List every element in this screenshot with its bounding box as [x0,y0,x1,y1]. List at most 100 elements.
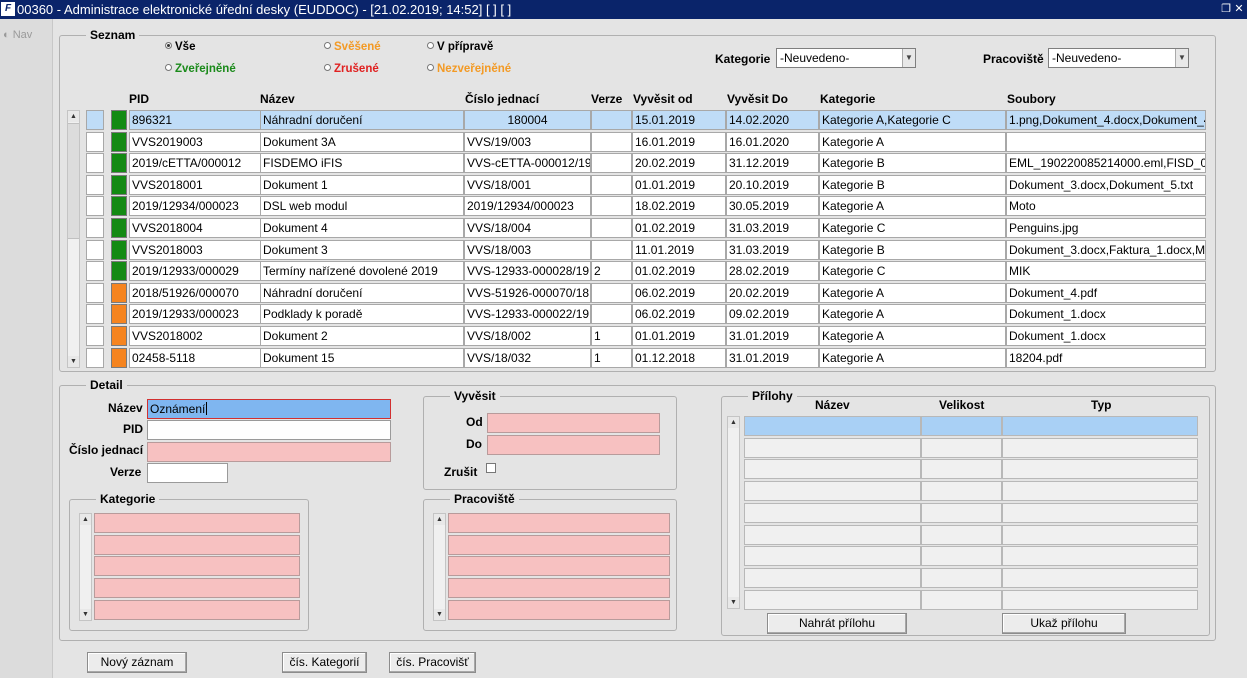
col-header-kategorie[interactable]: Kategorie [820,92,875,106]
filter-zverejnene-radio[interactable]: Zveřejněné [165,63,236,75]
cell-nazev[interactable]: Náhradní doručení [260,283,464,303]
kategorie-row[interactable] [94,513,300,533]
attachment-cell[interactable] [921,416,1002,436]
cell-cislo-jednaci[interactable]: VVS-cETTA-000012/19 [464,153,591,173]
nazev-input[interactable]: Oznámení [147,399,391,419]
cell-nazev[interactable]: Dokument 1 [260,175,464,195]
cell-pid[interactable]: 896321 [129,110,261,130]
row-select-cell[interactable] [86,326,104,346]
verze-input[interactable] [147,463,228,483]
cell-cislo-jednaci[interactable]: 180004 [464,110,591,130]
cell-soubory[interactable]: 18204.pdf [1006,348,1206,368]
col-header-vyvesit-do[interactable]: Vyvěsit Do [727,92,788,106]
attachment-cell[interactable] [921,546,1002,567]
cell-kategorie[interactable]: Kategorie A [819,348,1006,368]
scroll-up-icon[interactable]: ▲ [434,514,445,525]
pracoviste-row[interactable] [448,556,670,577]
attachment-cell[interactable] [921,524,1002,545]
cell-verze[interactable] [591,132,632,152]
attachment-cell[interactable] [744,589,921,610]
cell-kategorie[interactable]: Kategorie B [819,153,1006,173]
cell-pid[interactable]: 2019/12934/000023 [129,196,261,216]
attachment-cell[interactable] [1002,416,1198,436]
cell-nazev[interactable]: DSL web modul [260,196,464,216]
row-select-cell[interactable] [86,218,104,238]
attachment-cell[interactable] [921,567,1002,588]
cislo-jednaci-input[interactable] [147,442,391,462]
cell-soubory[interactable]: Dokument_3.docx,Faktura_1.docx,Mot [1006,240,1206,260]
attachment-cell[interactable] [921,459,1002,480]
cell-kategorie[interactable]: Kategorie A [819,196,1006,216]
cell-vyvesit-od[interactable]: 11.01.2019 [632,240,726,260]
attachment-cell[interactable] [1002,459,1198,480]
cell-verze[interactable] [591,175,632,195]
attachment-cell[interactable] [1002,437,1198,458]
row-select-cell[interactable] [86,348,104,368]
cell-verze[interactable]: 1 [591,326,632,346]
cell-pid[interactable]: 2018/51926/000070 [129,283,261,303]
cell-kategorie[interactable]: Kategorie A,Kategorie C [819,110,1006,130]
cell-nazev[interactable]: Podklady k poradě [260,304,464,324]
row-select-cell[interactable] [86,196,104,216]
cell-soubory[interactable]: Penguins.jpg [1006,218,1206,238]
cell-soubory[interactable]: Dokument_3.docx,Dokument_5.txt [1006,175,1206,195]
cell-vyvesit-do[interactable]: 28.02.2019 [726,261,819,281]
attachment-cell[interactable] [921,589,1002,610]
filter-nezverejnene-radio[interactable]: Nezveřejněné [427,63,511,75]
cell-soubory[interactable]: Dokument_4.pdf [1006,283,1206,303]
cell-pid[interactable]: 2019/cETTA/000012 [129,153,261,173]
pracoviste-filter-select[interactable]: -Neuvedeno- ▼ [1048,48,1189,68]
col-header-pid[interactable]: PID [129,92,149,106]
cell-soubory[interactable]: 1.png,Dokument_4.docx,Dokument_4. [1006,110,1206,130]
row-select-cell[interactable] [86,283,104,303]
kategorie-row[interactable] [94,534,300,555]
prilohy-col-nazev[interactable]: Název [815,398,850,412]
kategorie-scrollbar[interactable]: ▲ ▼ [79,513,92,621]
cell-vyvesit-od[interactable]: 01.02.2019 [632,261,726,281]
cell-pid[interactable]: 2019/12933/000029 [129,261,261,281]
cell-vyvesit-od[interactable]: 01.01.2019 [632,175,726,195]
row-select-cell[interactable] [86,132,104,152]
cell-soubory[interactable]: EML_190220085214000.eml,FISD_01 [1006,153,1206,173]
cell-kategorie[interactable]: Kategorie A [819,283,1006,303]
kategorie-filter-select[interactable]: -Neuvedeno- ▼ [776,48,916,68]
pid-input[interactable] [147,420,391,440]
attachment-cell[interactable] [1002,546,1198,567]
cell-kategorie[interactable]: Kategorie C [819,218,1006,238]
cell-kategorie[interactable]: Kategorie B [819,175,1006,195]
row-select-cell[interactable] [86,175,104,195]
scroll-down-icon[interactable]: ▼ [80,609,91,620]
cell-verze[interactable] [591,218,632,238]
close-icon[interactable]: ✕ [1233,0,1245,19]
cell-pid[interactable]: VVS2018001 [129,175,261,195]
cell-vyvesit-od[interactable]: 20.02.2019 [632,153,726,173]
cell-pid[interactable]: VVS2018003 [129,240,261,260]
cell-vyvesit-do[interactable]: 09.02.2019 [726,304,819,324]
zrusit-checkbox[interactable] [486,463,496,473]
attachment-cell[interactable] [744,524,921,545]
pracoviste-row[interactable] [448,599,670,620]
cell-nazev[interactable]: Dokument 4 [260,218,464,238]
cell-soubory[interactable]: MIK [1006,261,1206,281]
cell-vyvesit-od[interactable]: 16.01.2019 [632,132,726,152]
cell-cislo-jednaci[interactable]: VVS/18/001 [464,175,591,195]
cell-soubory[interactable]: Dokument_1.docx [1006,326,1206,346]
cell-pid[interactable]: VVS2018002 [129,326,261,346]
attachment-cell[interactable] [744,567,921,588]
filter-svesene-radio[interactable]: Svěšené [324,41,381,53]
cell-verze[interactable]: 2 [591,261,632,281]
attachment-cell[interactable] [744,546,921,567]
cell-kategorie[interactable]: Kategorie A [819,132,1006,152]
cell-verze[interactable] [591,283,632,303]
cell-verze[interactable] [591,304,632,324]
attachment-cell[interactable] [744,481,921,502]
ukaz-prilohu-button[interactable]: Ukaž přílohu [1002,613,1126,634]
attachment-cell[interactable] [744,459,921,480]
nav-toggle[interactable]: ◐ Nav [3,29,32,41]
prilohy-col-typ[interactable]: Typ [1091,398,1111,412]
row-select-cell[interactable] [86,240,104,260]
cell-vyvesit-do[interactable]: 31.03.2019 [726,240,819,260]
scroll-up-icon[interactable]: ▲ [80,514,91,525]
cell-soubory[interactable]: Moto [1006,196,1206,216]
cell-cislo-jednaci[interactable]: VVS-12933-000028/19 [464,261,591,281]
